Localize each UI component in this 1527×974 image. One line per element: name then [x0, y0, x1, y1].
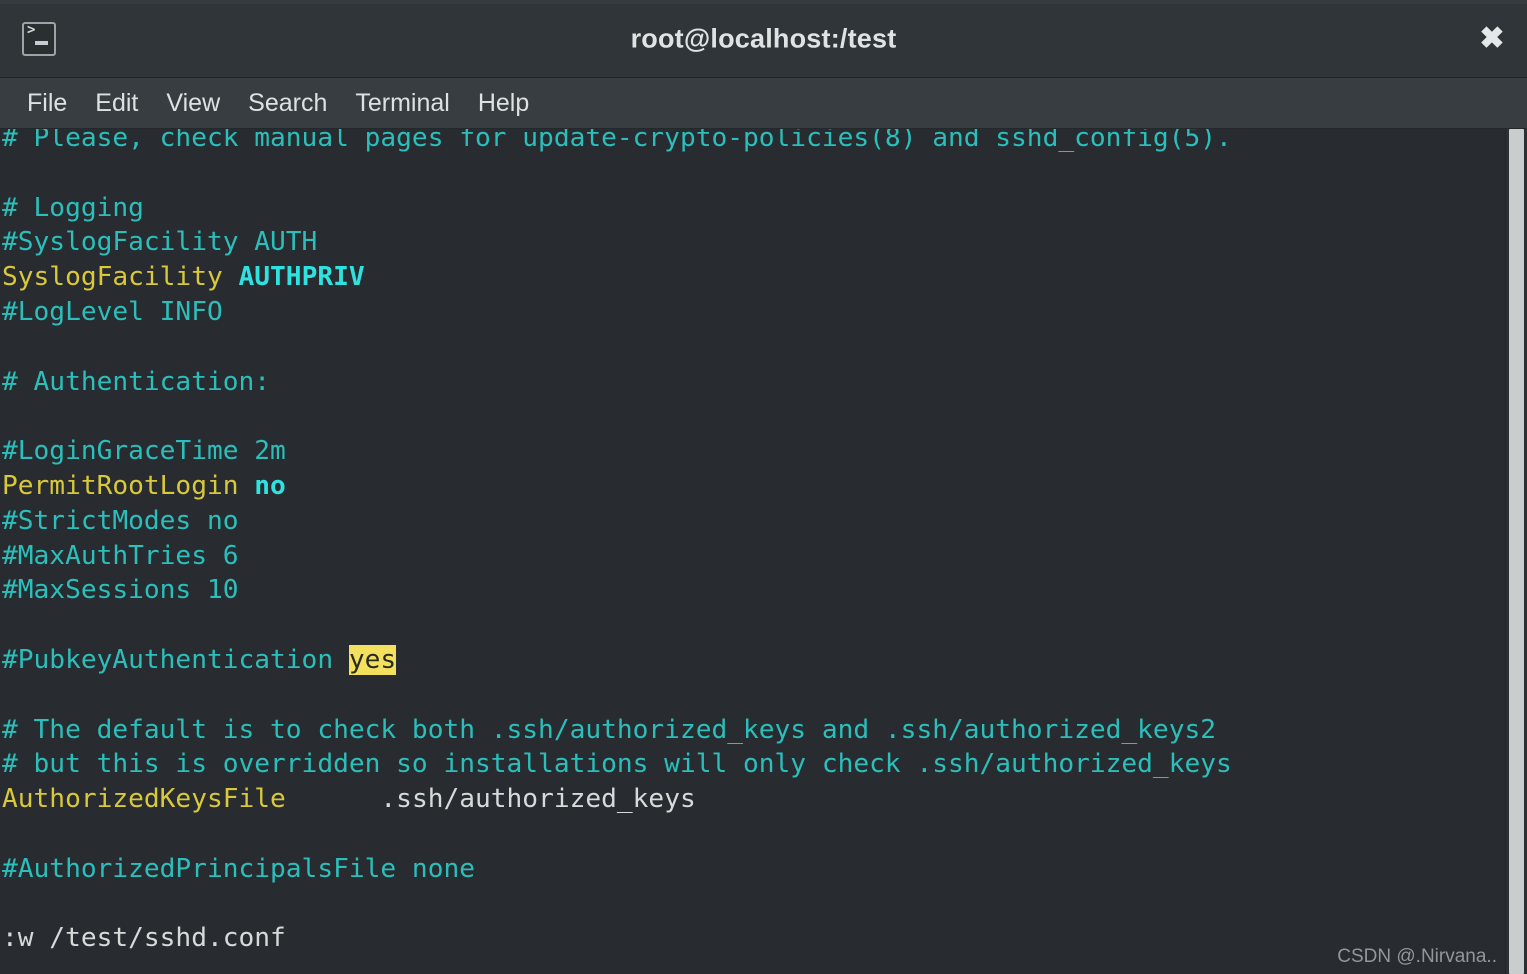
terminal-text-span: #MaxSessions 10	[2, 575, 239, 606]
terminal-text-span: # Authentication:	[2, 366, 271, 397]
menu-item-terminal[interactable]: Terminal	[342, 85, 462, 122]
close-icon[interactable]: ✖	[1471, 18, 1513, 60]
line-blank-5	[2, 678, 1505, 713]
terminal-text-span: # The default is to check both .ssh/auth…	[2, 714, 1216, 745]
line-maxauthtries-commented: #MaxAuthTries 6	[2, 539, 1505, 574]
line-strictmodes-commented: #StrictModes no	[2, 504, 1505, 539]
line-blank-6	[2, 817, 1505, 852]
menu-item-help[interactable]: Help	[465, 85, 542, 122]
line-blank-1	[2, 156, 1505, 191]
window-titlebar[interactable]: root@localhost:/test ✖	[0, 0, 1527, 78]
terminal-text-span: .ssh/authorized_keys	[380, 784, 696, 815]
terminal-text-span: #PubkeyAuthentication	[2, 644, 349, 675]
terminal-text-buffer: # Please, check manual pages for update-…	[2, 129, 1505, 956]
terminal-text-span	[286, 784, 381, 814]
scrollbar-thumb[interactable]	[1509, 129, 1524, 974]
menu-item-search[interactable]: Search	[235, 85, 340, 122]
terminal-text-span: no	[254, 470, 286, 501]
line-blank-7	[2, 887, 1505, 922]
terminal-text-span: SyslogFacility	[2, 262, 239, 293]
terminal-text-span: #LogLevel INFO	[2, 296, 223, 327]
vertical-scrollbar[interactable]	[1505, 129, 1527, 974]
terminal-text-span: :w /test/sshd.conf	[2, 923, 286, 954]
terminal-text-span: #AuthorizedPrincipalsFile none	[2, 853, 475, 884]
terminal-text-span: AuthorizedKeysFile	[2, 784, 286, 815]
terminal-window: root@localhost:/test ✖ File Edit View Se…	[0, 0, 1527, 974]
terminal-text-span: # Please, check manual pages for update-…	[2, 129, 1232, 153]
line-syslogfacility-commented: #SyslogFacility AUTH	[2, 225, 1505, 260]
line-crypto-policies-note: # Please, check manual pages for update-…	[2, 129, 1505, 156]
line-authorizedkeys-note-2: # but this is overridden so installation…	[2, 747, 1505, 782]
menu-bar: File Edit View Search Terminal Help	[0, 78, 1527, 129]
line-blank-3	[2, 399, 1505, 434]
menu-item-view[interactable]: View	[153, 85, 233, 122]
line-logingracetime-commented: #LoginGraceTime 2m	[2, 434, 1505, 469]
menu-item-file[interactable]: File	[14, 85, 80, 122]
line-syslogfacility-active: SyslogFacility AUTHPRIV	[2, 260, 1505, 295]
terminal-text-span: #MaxAuthTries 6	[2, 540, 239, 571]
line-ex-write-command: :w /test/sshd.conf	[2, 921, 1505, 956]
terminal-icon	[22, 21, 56, 56]
terminal-text-span: PermitRootLogin	[2, 470, 255, 501]
line-blank-4	[2, 608, 1505, 643]
menu-item-edit[interactable]: Edit	[82, 85, 151, 122]
line-authorizedkeysfile-active: AuthorizedKeysFile .ssh/authorized_keys	[2, 782, 1505, 817]
line-loglevel-commented: #LogLevel INFO	[2, 295, 1505, 330]
terminal-text-span: #LoginGraceTime 2m	[2, 436, 286, 467]
line-maxsessions-commented: #MaxSessions 10	[2, 573, 1505, 608]
line-permitrootlogin-active: PermitRootLogin no	[2, 469, 1505, 504]
terminal-text-span: AUTHPRIV	[238, 262, 365, 293]
terminal-body: # Please, check manual pages for update-…	[0, 129, 1527, 974]
line-authorizedkeys-note-1: # The default is to check both .ssh/auth…	[2, 713, 1505, 748]
line-authentication-header: # Authentication:	[2, 365, 1505, 400]
line-logging-header: # Logging	[2, 191, 1505, 226]
terminal-text-span: yes	[348, 644, 397, 675]
line-blank-2	[2, 330, 1505, 365]
line-authorizedprincipalsfile-commented: #AuthorizedPrincipalsFile none	[2, 852, 1505, 887]
terminal-screen[interactable]: # Please, check manual pages for update-…	[0, 129, 1505, 974]
line-pubkeyauthentication-commented: #PubkeyAuthentication yes	[2, 643, 1505, 678]
window-title: root@localhost:/test	[630, 23, 897, 53]
terminal-text-span: # Logging	[2, 192, 144, 223]
terminal-text-span: #StrictModes no	[2, 505, 239, 536]
terminal-text-span: #SyslogFacility AUTH	[2, 227, 318, 258]
terminal-text-span: # but this is overridden so installation…	[2, 749, 1232, 780]
